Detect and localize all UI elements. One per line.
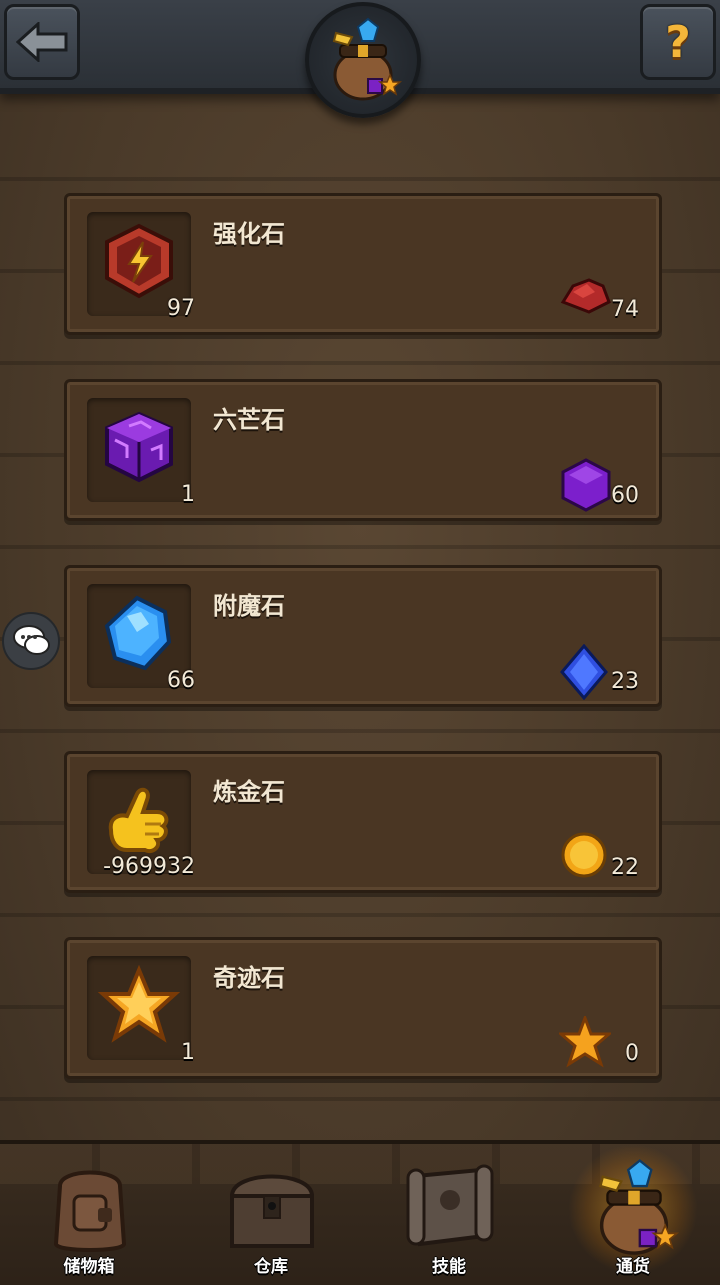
owned-count: 66 xyxy=(167,668,195,693)
item-panel-alchemy-stone[interactable]: -969932 炼金石 22 xyxy=(64,751,662,893)
owned-count: 1 xyxy=(181,1040,195,1065)
item-name: 奇迹石 xyxy=(213,964,285,992)
owned-count: 97 xyxy=(167,296,195,321)
blue-gem-icon xyxy=(104,595,172,671)
help-label: ? xyxy=(665,16,691,68)
golden-hand-icon xyxy=(108,787,169,853)
scroll-icon xyxy=(406,1164,494,1247)
red-ore-icon xyxy=(560,278,611,314)
enhance-stone-icon xyxy=(105,223,173,299)
nav-label: 储物箱 xyxy=(63,1257,115,1277)
purple-cube-icon xyxy=(105,411,173,483)
small-star-icon xyxy=(559,1016,611,1068)
currency-count: 60 xyxy=(611,483,639,508)
chat-bubble-icon xyxy=(13,625,50,655)
purple-hexagon-icon xyxy=(561,458,611,512)
treasure-bag-icon xyxy=(599,1159,680,1255)
owned-count: -969932 xyxy=(103,854,195,879)
nav-label: 仓库 xyxy=(254,1257,288,1277)
chest-icon xyxy=(229,1174,315,1248)
nav-skills[interactable]: 技能 xyxy=(384,1150,514,1281)
currency-count: 22 xyxy=(611,855,639,880)
back-button[interactable] xyxy=(4,4,80,80)
item-icon-slot xyxy=(87,398,191,502)
help-button[interactable]: ? xyxy=(640,4,716,80)
currency-count: 74 xyxy=(611,297,639,322)
item-icon-slot xyxy=(87,956,191,1060)
chat-button[interactable] xyxy=(2,612,60,670)
item-name: 附魔石 xyxy=(213,592,285,620)
gold-coin-icon xyxy=(561,832,607,878)
nav-storage-box[interactable]: 储物箱 xyxy=(24,1150,154,1281)
currency-count: 0 xyxy=(625,1041,639,1066)
backpack-icon xyxy=(53,1170,127,1252)
item-panel-hexagram-stone[interactable]: 1 六芒石 60 xyxy=(64,379,662,521)
nav-label: 技能 xyxy=(432,1257,466,1277)
nav-currency[interactable]: 通货 xyxy=(568,1144,698,1281)
nav-label: 通货 xyxy=(616,1257,650,1277)
orange-star-icon xyxy=(97,964,181,1043)
item-panel-enhance-stone[interactable]: 97 强化石 74 xyxy=(64,193,662,335)
blue-diamond-icon xyxy=(560,644,608,700)
treasure-bag-icon xyxy=(332,17,403,101)
item-panel-miracle-stone[interactable]: 1 奇迹石 0 xyxy=(64,937,662,1079)
currency-emblem xyxy=(305,2,421,118)
item-name: 炼金石 xyxy=(213,778,285,806)
currency-count: 23 xyxy=(611,669,639,694)
item-panel-enchant-stone[interactable]: 66 附魔石 23 xyxy=(64,565,662,707)
item-name: 强化石 xyxy=(213,220,285,248)
nav-warehouse[interactable]: 仓库 xyxy=(206,1150,336,1281)
arrow-left-icon xyxy=(16,22,68,62)
item-name: 六芒石 xyxy=(213,406,285,434)
owned-count: 1 xyxy=(181,482,195,507)
